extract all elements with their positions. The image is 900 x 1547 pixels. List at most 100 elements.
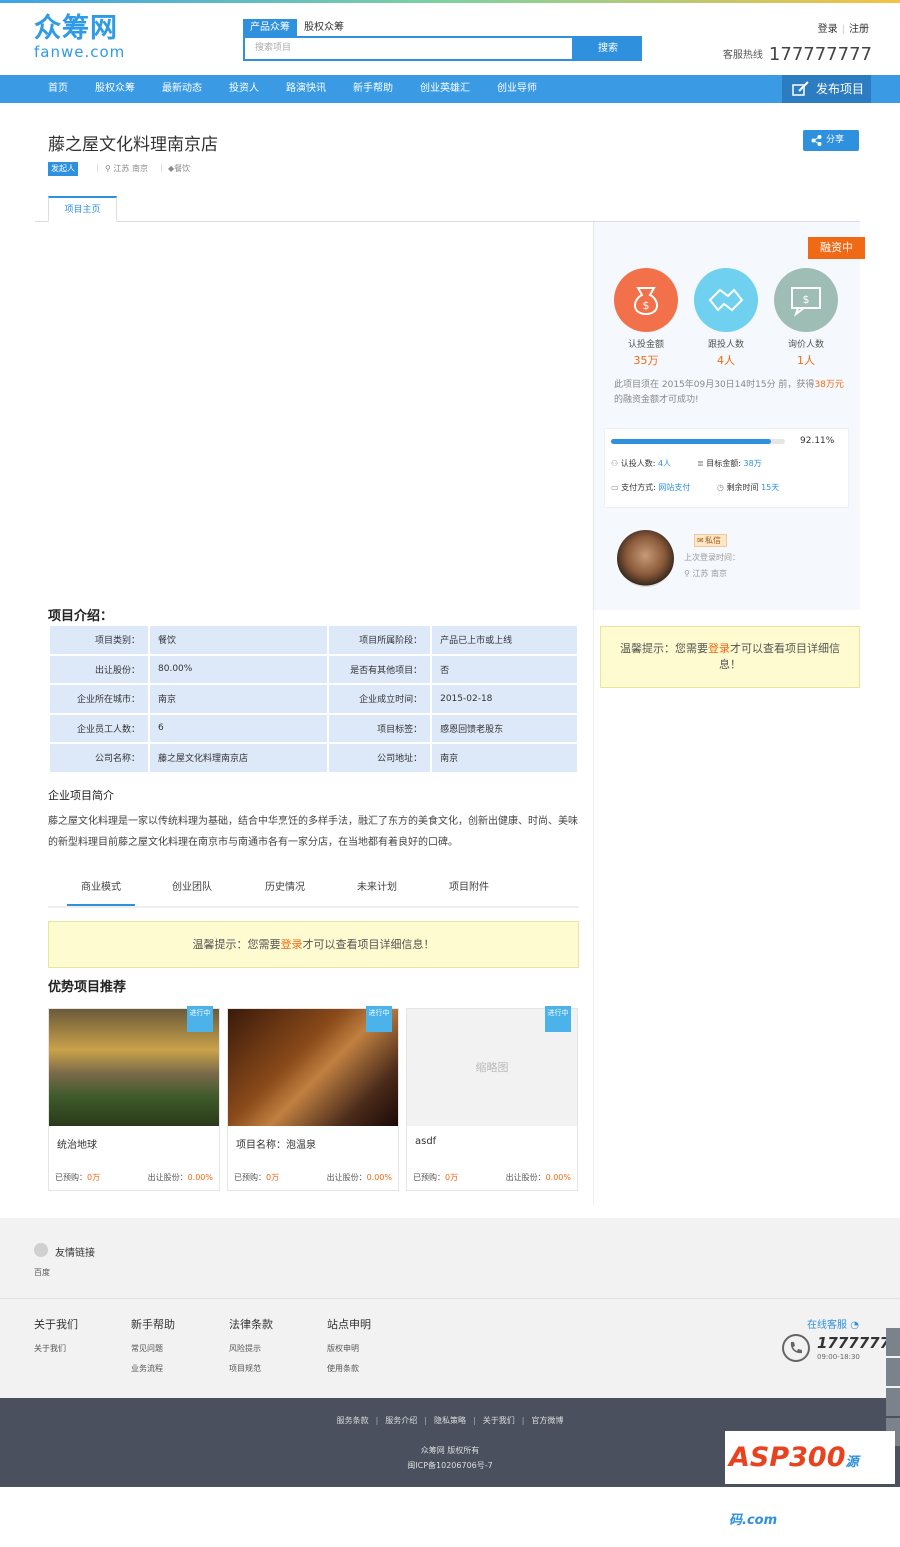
progress-fill — [611, 439, 772, 444]
share-button[interactable]: 分享 — [803, 130, 859, 151]
search-tab-equity[interactable]: 股权众筹 — [297, 19, 351, 37]
qrcode-side-button[interactable] — [886, 1328, 900, 1356]
footer-separator: | — [521, 1416, 525, 1425]
warn-pre: 温馨提示：您需要 — [192, 938, 281, 951]
tab-attachments[interactable]: 项目附件 — [449, 880, 489, 906]
location-pin-icon: ⚲ — [105, 164, 111, 173]
nav-item-help[interactable]: 新手帮助 — [353, 75, 393, 103]
initiator-tag[interactable]: 发起人 — [48, 162, 78, 176]
project-location: ⚲ 江苏 南京 — [105, 163, 148, 174]
login-link[interactable]: 登录 — [818, 24, 838, 35]
tab-history[interactable]: 历史情况 — [265, 880, 305, 906]
warn-post: 才可以查看项目详细信息！ — [302, 938, 435, 951]
avatar[interactable] — [617, 530, 674, 587]
nav-item-mentors[interactable]: 创业导师 — [497, 75, 537, 103]
nav-item-roadshow[interactable]: 路演快讯 — [286, 75, 326, 103]
tab-project-home[interactable]: 项目主页 — [48, 196, 117, 222]
footer-link[interactable]: 版权申明 — [327, 1343, 371, 1354]
message-button[interactable]: ✉ 私信 — [694, 534, 727, 547]
footer-bottom-link[interactable]: 官方微博 — [531, 1416, 563, 1425]
nav-item-home[interactable]: 首页 — [48, 75, 68, 103]
table-row: 出让股份： 80.00% 是否有其他项目：否 — [48, 653, 579, 685]
info-value: 否 — [430, 653, 579, 685]
card-name[interactable]: 项目名称：泡温泉 — [236, 1136, 316, 1151]
presold-value: 0万 — [445, 1173, 459, 1182]
footer-link[interactable]: 业务流程 — [131, 1363, 175, 1374]
nav-item-heroes[interactable]: 创业英雄汇 — [420, 75, 470, 103]
footer-separator: | — [424, 1416, 427, 1425]
chat-bubble-icon: ◔ — [850, 1320, 859, 1331]
card-name[interactable]: asdf — [415, 1136, 436, 1147]
svg-text:$: $ — [803, 293, 810, 306]
investors-value: 4人 — [657, 459, 672, 468]
info-value: 南京 — [147, 683, 330, 715]
top-color-bar — [0, 0, 900, 3]
search-input[interactable]: 搜索项目 — [243, 36, 574, 61]
watermark-domain: .com — [742, 1513, 778, 1528]
search-tabs: 产品众筹 股权众筹 — [243, 19, 351, 37]
card-presold: 已预购：0万 — [413, 1172, 458, 1183]
project-card[interactable]: 进行中 项目名称：泡温泉 已预购：0万 出让股份：0.00% — [227, 1006, 399, 1191]
auth-separator: | — [841, 24, 845, 35]
info-value: 产品已上市或上线 — [430, 624, 579, 656]
phone-side-button[interactable] — [886, 1388, 900, 1416]
tab-business-model[interactable]: 商业模式 — [67, 880, 135, 906]
register-link[interactable]: 注册 — [849, 24, 869, 35]
tab-future-plan[interactable]: 未来计划 — [357, 880, 397, 906]
search-button[interactable]: 搜索 — [574, 36, 642, 61]
card-name[interactable]: 统治地球 — [57, 1136, 97, 1151]
meta-divider-2: | — [160, 163, 163, 172]
footer-col-title: 新手帮助 — [131, 1318, 175, 1331]
project-card[interactable]: 缩略图 进行中 asdf 已预购：0万 出让股份：0.00% — [406, 1006, 578, 1191]
footer-bottom-link[interactable]: 隐私策略 — [434, 1416, 466, 1425]
project-title: 藤之屋文化料理南京店 — [48, 135, 218, 155]
hotline-number: 177777777 — [768, 44, 872, 65]
brief-text: 藤之屋文化料理是一家以传统料理为基础，结合中华烹饪的多样手法，融汇了东方的美食文… — [48, 816, 578, 848]
search-tab-product[interactable]: 产品众筹 — [243, 19, 297, 37]
footer-link[interactable]: 项目规范 — [229, 1363, 273, 1374]
mail-icon: ✉ — [697, 536, 704, 545]
remain-label: 剩余时间 — [726, 483, 759, 492]
footer-link[interactable]: 常见问题 — [131, 1343, 175, 1354]
footer-link[interactable]: 风险提示 — [229, 1343, 273, 1354]
footer-bottom-link[interactable]: 服务条款 — [337, 1416, 369, 1425]
site-logo[interactable]: 众筹网 fanwe.com — [34, 14, 134, 64]
side-warn-post: 才可以查看项目详细信息！ — [719, 642, 840, 671]
detail-login-link[interactable]: 登录 — [281, 938, 303, 951]
footer-separator: | — [375, 1416, 379, 1425]
deadline-notice: 此项目须在 2015年09月30日14时15分 前，获得38万元的融资金额才可成… — [614, 378, 844, 408]
table-row: 项目类别： 餐饮 项目所属阶段： 产品已上市或上线 — [48, 624, 579, 656]
auth-links: 登录 | 注册 — [818, 20, 869, 35]
nav-item-investors[interactable]: 投资人 — [229, 75, 259, 103]
info-key: 公司地址： — [327, 742, 433, 774]
wallet-icon: ▭ — [611, 483, 619, 492]
footer-link[interactable]: 关于我们 — [34, 1343, 78, 1354]
handshake-icon — [694, 268, 758, 332]
footer-bottom-link[interactable]: 服务介绍 — [385, 1416, 417, 1425]
publish-project-button[interactable]: 发布项目 — [782, 75, 871, 103]
footer-bottom-link[interactable]: 关于我们 — [483, 1416, 515, 1425]
info-value: 6 — [147, 712, 330, 744]
stat-value-inquiries: 1人 — [797, 354, 815, 367]
info-value: 南京 — [430, 742, 579, 774]
info-value: 餐饮 — [147, 624, 330, 656]
nav-item-news[interactable]: 最新动态 — [162, 75, 202, 103]
friend-link-baidu[interactable]: 百度 — [34, 1267, 50, 1278]
footer-link[interactable]: 使用条款 — [327, 1363, 371, 1374]
nav-item-equity[interactable]: 股权众筹 — [95, 75, 135, 103]
project-category: ◆餐饮 — [168, 163, 190, 174]
service-side-button[interactable] — [886, 1358, 900, 1386]
table-row: 企业所在城市： 南京 企业成立时间： 2015-02-18 — [48, 683, 579, 715]
footer-col-statement: 站点申明 版权申明 使用条款 — [327, 1316, 371, 1383]
presold-value: 0万 — [87, 1173, 101, 1182]
location-text: 江苏 南京 — [113, 164, 148, 173]
side-login-link[interactable]: 登录 — [708, 642, 730, 655]
info-key: 企业员工人数： — [48, 712, 150, 744]
share-label: 分享 — [826, 135, 845, 145]
share-label: 出让股份： — [505, 1173, 546, 1182]
online-service-link[interactable]: 在线客服 ◔ — [807, 1316, 859, 1331]
info-key: 项目类别： — [48, 624, 150, 656]
tab-team[interactable]: 创业团队 — [172, 880, 212, 906]
project-card[interactable]: 进行中 统治地球 已预购：0万 出让股份：0.00% — [48, 1006, 220, 1191]
share-icon — [811, 135, 822, 146]
